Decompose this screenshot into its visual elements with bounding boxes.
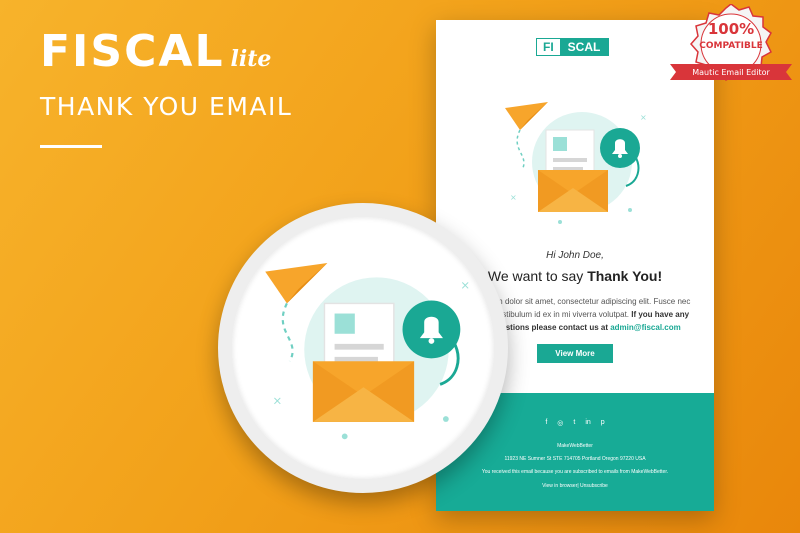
badge-line3: Mautic Email Editor [692,68,770,77]
linkedin-icon[interactable]: in [585,419,590,427]
badge-line1: 100% [708,20,754,38]
badge-seal: 100% COMPATIBLE Mautic Email Editor [670,3,792,81]
email-illustration: × × [505,102,647,224]
svg-text:×: × [510,193,517,202]
magnifier-circle: × × [218,203,508,493]
email-logo: FI SCAL [536,38,610,56]
logo-left: FI [537,39,560,55]
body-line-2: Vestibulum id ex in mi viverra volutpat.… [492,310,690,319]
view-more-button[interactable]: View More [537,344,613,363]
letter-line [553,158,587,162]
badge-line2: COMPATIBLE [699,41,762,51]
instagram-icon[interactable]: ◎ [557,419,563,427]
email-body: um dolor sit amet, consectetur adipiscin… [484,295,698,334]
hero: FISCAL lite THANK YOU EMAIL [40,30,292,148]
hero-divider [40,145,102,148]
compatibility-badge: 100% COMPATIBLE Mautic Email Editor [664,3,798,90]
headline-prefix: We want to say [487,268,588,284]
body-line-1: um dolor sit amet, consectetur adipiscin… [491,297,691,306]
paper-plane-icon [265,262,328,304]
body-line-3: estions please contact us at admin@fisca… [501,323,681,332]
footer-links[interactable]: View in browser| Unsubscribe [436,483,714,489]
brand-title: FISCAL lite [40,30,292,74]
brand-name: FISCAL [40,26,225,77]
contact-email-link[interactable]: admin@fiscal.com [610,323,681,332]
brand-lite: lite [230,46,272,72]
svg-text:×: × [272,394,282,408]
headline-bold: Thank You! [587,268,663,284]
footer-note: You received this email because you are … [481,469,669,475]
svg-text:×: × [640,113,647,122]
letter-image [553,137,567,151]
hero-subtitle: THANK YOU EMAIL [40,92,293,121]
logo-right: SCAL [559,39,609,55]
svg-text:×: × [460,278,470,292]
plane-trail [516,129,525,171]
paper-plane-icon [505,102,548,130]
magnified-illustration: × × [265,262,470,440]
twitter-icon[interactable]: t [573,419,575,427]
pinterest-icon[interactable]: p [601,419,605,427]
facebook-icon[interactable]: f [545,419,547,427]
